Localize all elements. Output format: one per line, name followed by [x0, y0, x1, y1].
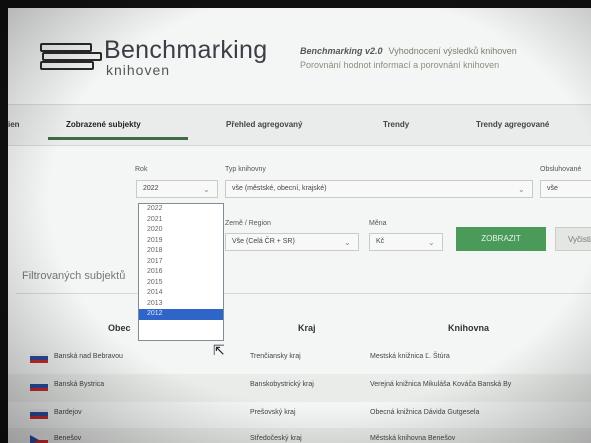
library-type-select[interactable]: vše (městské, obecní, krajské) ⌄ [225, 180, 533, 198]
library-type-label: Typ knihovny [225, 166, 266, 173]
year-option[interactable]: 2019 [139, 236, 223, 247]
year-option[interactable]: 2013 [139, 299, 223, 310]
currency-select[interactable]: Kč ⌄ [369, 233, 443, 251]
tab-trends[interactable]: Trendy [383, 120, 409, 129]
table-row[interactable]: Banská nad Bebravou Trenčiansky kraj Mes… [8, 346, 591, 374]
mouse-cursor-icon: ⇱ [213, 342, 225, 358]
region-select[interactable]: Vše (Celá ČR + SR) ⌄ [225, 233, 359, 251]
region-value: Vše (Celá ČR + SR) [232, 238, 295, 245]
cell-knihovna: Mestská knižnica Ľ. Štúra [370, 353, 450, 360]
active-tab-indicator [48, 137, 188, 140]
tab-aggregated-trends[interactable]: Trendy agregované [476, 120, 549, 129]
tab-aggregated-overview[interactable]: Přehled agregovaný [226, 120, 302, 129]
header-desc-line2: Porovnání hodnot informací a porovnání k… [300, 60, 500, 70]
currency-label: Měna [369, 220, 387, 227]
year-option[interactable]: 2015 [139, 278, 223, 289]
chevron-down-icon: ⌄ [518, 185, 525, 194]
table-row[interactable]: Banská Bystrica Banskobystrický kraj Ver… [8, 374, 591, 402]
year-select[interactable]: 2022 ⌄ [136, 180, 218, 198]
cell-kraj: Středočeský kraj [250, 435, 302, 442]
currency-value: Kč [376, 238, 385, 245]
apply-button[interactable]: ZOBRAZIT [456, 227, 546, 251]
czech-flag-icon [30, 435, 48, 443]
year-dropdown-list[interactable]: 2022 2021 2020 2019 2018 2017 2016 2015 2014 2013… [138, 203, 224, 341]
year-option[interactable]: 2021 [139, 215, 223, 226]
header-description: Benchmarking v2.0 Vyhodnocení výsledků kn… [300, 46, 517, 56]
year-select-value: 2022 [143, 185, 159, 192]
column-header-knihovna[interactable]: Knihovna [448, 323, 489, 333]
year-option[interactable]: 2017 [139, 257, 223, 268]
column-header-obec[interactable]: Obec [108, 323, 131, 333]
cell-knihovna: Městská knihovna Benešov [370, 435, 456, 442]
filtered-subjects-label: Filtrovaných subjektů [22, 270, 126, 282]
year-option[interactable]: 2020 [139, 225, 223, 236]
slovakia-flag-icon [30, 381, 48, 391]
cell-kraj: Banskobystrický kraj [250, 381, 314, 388]
books-logo-icon [40, 43, 102, 73]
cell-obec: Bardejov [54, 409, 82, 416]
served-area-label: Obsluhované [540, 166, 582, 173]
served-area-value: vše [547, 185, 558, 192]
cell-knihovna: Obecná knižnica Dávida Gutgesela [370, 409, 480, 416]
app-subtitle: knihoven [106, 62, 171, 78]
cell-knihovna: Verejná knižnica Mikuláša Kováča Banská … [370, 381, 512, 388]
cell-obec: Banská nad Bebravou [54, 353, 123, 360]
app-screen: Benchmarking knihoven Benchmarking v2.0 V… [8, 8, 591, 443]
cell-obec: Benešov [54, 435, 82, 442]
app-title: Benchmarking [104, 36, 268, 64]
year-option[interactable]: 2016 [139, 267, 223, 278]
chevron-down-icon: ⌄ [203, 185, 210, 194]
column-header-kraj[interactable]: Kraj [298, 323, 316, 333]
divider [16, 293, 591, 294]
slovakia-flag-icon [30, 409, 48, 419]
tab-displayed-subjects[interactable]: Zobrazené subjekty [66, 120, 141, 129]
year-option[interactable]: 2012 [139, 309, 223, 320]
library-type-value: vše (městské, obecní, krajské) [232, 185, 327, 192]
slovakia-flag-icon [30, 353, 48, 363]
chevron-down-icon: ⌄ [428, 238, 435, 247]
year-label: Rok [135, 166, 148, 173]
chevron-down-icon: ⌄ [344, 238, 351, 247]
tab-partial[interactable]: ien [8, 120, 20, 129]
table-row[interactable]: Benešov Středočeský kraj Městská knihovn… [8, 428, 591, 443]
year-option[interactable]: 2014 [139, 288, 223, 299]
table-row[interactable]: Bardejov Prešovský kraj Obecná knižnica … [8, 402, 591, 430]
region-label: Země / Region [225, 220, 271, 227]
year-option[interactable]: 2022 [139, 204, 223, 215]
served-area-select[interactable]: vše [540, 180, 591, 198]
clear-button[interactable]: Vyčistit [555, 227, 591, 251]
cell-kraj: Prešovský kraj [250, 409, 296, 416]
year-option[interactable]: 2018 [139, 246, 223, 257]
product-version: Benchmarking v2.0 [300, 46, 383, 56]
cell-kraj: Trenčiansky kraj [250, 353, 301, 360]
cell-obec: Banská Bystrica [54, 381, 105, 388]
header-desc-line1: Vyhodnocení výsledků knihoven [388, 46, 517, 56]
